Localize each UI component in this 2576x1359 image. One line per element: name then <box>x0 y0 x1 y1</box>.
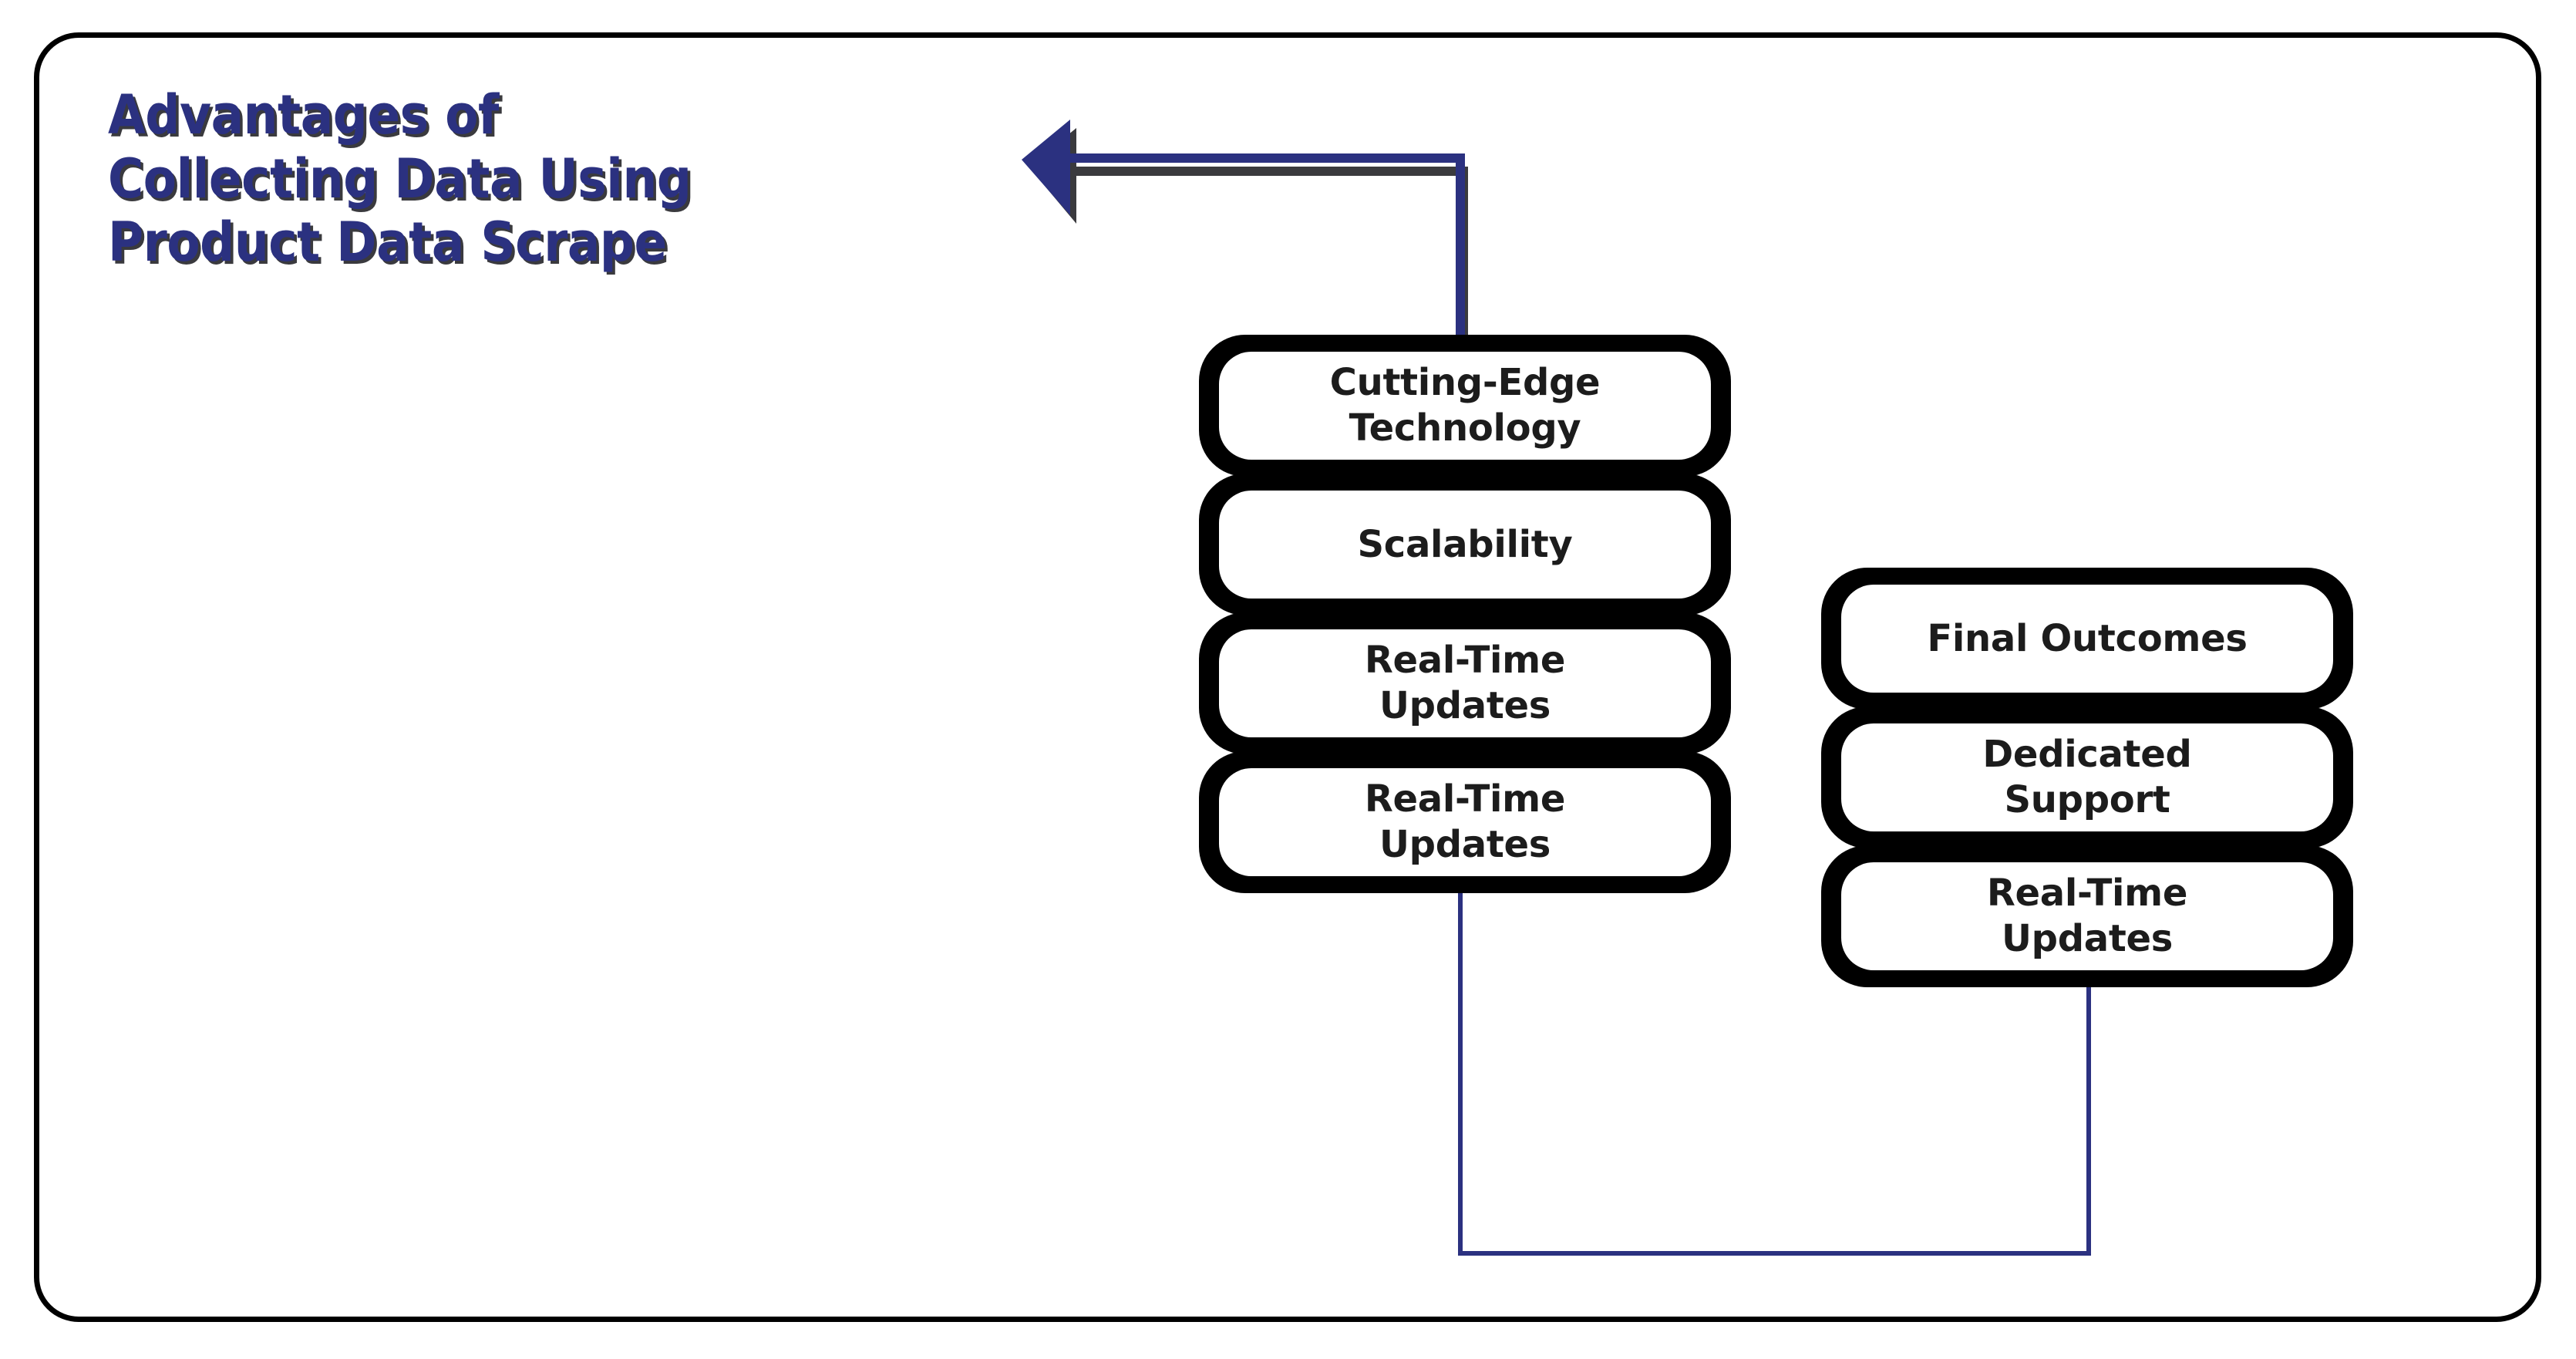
card-label: Dedicated Support <box>1982 733 2192 821</box>
page-title-line-1: Advantages of <box>108 83 500 147</box>
page-title-line-2: Collecting Data Using <box>108 147 692 211</box>
card-real-time-updates-right[interactable]: Real-Time Updates <box>1821 845 2353 987</box>
card-label: Real-Time Updates <box>1364 777 1566 866</box>
card-inner: Dedicated Support <box>1841 723 2333 831</box>
card-final-outcomes[interactable]: Final Outcomes <box>1821 568 2353 710</box>
card-real-time-updates-left-1[interactable]: Real-Time Updates <box>1199 612 1731 754</box>
page-title: Advantages of Collecting Data Using Prod… <box>108 83 987 275</box>
card-inner: Scalability <box>1219 491 1711 599</box>
page-title-line-3: Product Data Scrape <box>108 211 667 275</box>
card-scalability[interactable]: Scalability <box>1199 474 1731 615</box>
card-label: Cutting-Edge Technology <box>1329 361 1601 450</box>
card-label: Real-Time Updates <box>1364 639 1566 727</box>
card-inner: Final Outcomes <box>1841 585 2333 693</box>
card-dedicated-support[interactable]: Dedicated Support <box>1821 706 2353 848</box>
card-inner: Cutting-Edge Technology <box>1219 352 1711 460</box>
card-inner: Real-Time Updates <box>1219 768 1711 876</box>
card-real-time-updates-left-2[interactable]: Real-Time Updates <box>1199 751 1731 893</box>
card-label: Real-Time Updates <box>1986 872 2188 960</box>
left-card-column: Cutting-Edge Technology Scalability Real… <box>1199 335 1731 893</box>
diagram-canvas: Advantages of Collecting Data Using Prod… <box>0 0 2576 1359</box>
card-inner: Real-Time Updates <box>1841 862 2333 970</box>
right-card-column: Final Outcomes Dedicated Support Real-Ti… <box>1821 568 2353 987</box>
card-label: Final Outcomes <box>1927 616 2248 660</box>
card-label: Scalability <box>1357 522 1573 566</box>
card-cutting-edge-technology[interactable]: Cutting-Edge Technology <box>1199 335 1731 477</box>
card-inner: Real-Time Updates <box>1219 629 1711 737</box>
